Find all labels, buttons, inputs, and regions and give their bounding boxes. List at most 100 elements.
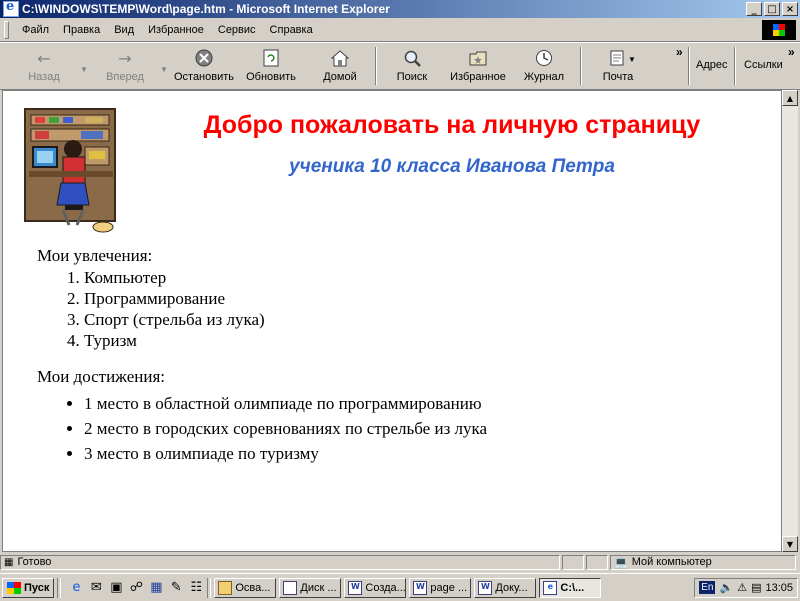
address-bar-label[interactable]: Адрес: [696, 59, 728, 71]
home-icon: [329, 48, 351, 68]
window-title: C:\WINDOWS\TEMP\Word\page.htm - Microsof…: [22, 2, 390, 16]
windows-logo-icon: [762, 20, 796, 40]
outlook-quicklaunch-icon[interactable]: ✉: [88, 580, 104, 596]
favorites-label: Избранное: [450, 71, 506, 83]
toolbar-separator: [688, 47, 690, 85]
word-quicklaunch-icon[interactable]: ▦: [148, 580, 164, 596]
stop-button[interactable]: Остановить: [172, 45, 236, 87]
menu-tools[interactable]: Сервис: [211, 24, 263, 36]
stop-label: Остановить: [173, 71, 235, 83]
toolbar-separator: [734, 47, 736, 85]
page-subheading: ученика 10 класса Иванова Петра: [289, 156, 615, 177]
mail-label: Почта: [602, 71, 634, 83]
ie-icon: e: [543, 580, 558, 595]
taskbar-item-create[interactable]: W Созда...: [344, 577, 407, 598]
word-doc-icon: W: [478, 580, 493, 595]
menu-help[interactable]: Справка: [263, 24, 320, 36]
desktop-quicklaunch-icon[interactable]: ▣: [108, 580, 124, 596]
toolbar-grip[interactable]: [4, 21, 9, 39]
forward-arrow-icon: →: [118, 48, 132, 68]
home-button[interactable]: Домой: [318, 45, 362, 87]
clock[interactable]: 13:05: [765, 582, 793, 594]
standard-toolbar: ← Назад ▼ → Вперед ▼ Остановить Обновить…: [0, 42, 800, 90]
menu-favorites[interactable]: Избранное: [141, 24, 211, 36]
mail-button[interactable]: Почта: [600, 45, 636, 87]
mail-dropdown-icon[interactable]: ▼: [628, 55, 636, 64]
history-icon: [533, 48, 555, 68]
language-indicator[interactable]: En: [699, 581, 716, 594]
search-button[interactable]: Поиск: [392, 45, 432, 87]
refresh-button[interactable]: Обновить: [244, 45, 298, 87]
calculator-quicklaunch-icon[interactable]: ☷: [188, 580, 204, 596]
refresh-icon: [260, 48, 282, 68]
start-label: Пуск: [24, 581, 50, 594]
taskbar: Пуск e ✉ ▣ ☍ ▦ ✎ ☷ Осва... Диск ... W Соз…: [0, 573, 800, 601]
page-viewport[interactable]: Добро пожаловать на личную страницу учен…: [2, 90, 782, 552]
title-bar[interactable]: C:\WINDOWS\TEMP\Word\page.htm - Microsof…: [0, 0, 800, 18]
windows-flag-icon: [7, 581, 21, 594]
menu-edit[interactable]: Правка: [56, 24, 107, 36]
ie-quicklaunch-icon[interactable]: e: [68, 580, 84, 596]
stop-icon: [193, 48, 215, 68]
status-panel: ▦ Готово: [0, 554, 560, 570]
network-icon[interactable]: ⚠: [737, 581, 747, 594]
list-item: Спорт (стрельба из лука): [84, 309, 487, 330]
back-arrow-icon: ←: [37, 48, 51, 68]
maximize-button[interactable]: □: [764, 2, 780, 16]
search-icon: [401, 48, 423, 68]
back-dropdown-icon[interactable]: ▼: [80, 65, 88, 74]
paint-quicklaunch-icon[interactable]: ✎: [168, 580, 184, 596]
status-text: Готово: [17, 556, 52, 568]
volume-icon[interactable]: 🔈: [719, 581, 733, 594]
word-doc-icon: W: [413, 580, 428, 595]
achievements-title: Мои достижения:: [37, 367, 165, 386]
toolbar-chevron-icon[interactable]: »: [676, 45, 683, 59]
list-item: 3 место в олимпиаде по туризму: [84, 441, 487, 466]
status-bar: ▦ Готово 💻 Мой компьютер: [0, 553, 800, 571]
taskbar-item-document[interactable]: W Доку...: [474, 577, 537, 598]
taskbar-item-ie-active[interactable]: e C:\...: [539, 577, 602, 598]
taskbar-item-disk[interactable]: Диск ...: [279, 577, 342, 598]
refresh-label: Обновить: [246, 71, 296, 83]
toolbar-separator: [580, 47, 582, 85]
forward-label: Вперед: [106, 71, 144, 83]
favorites-button[interactable]: Избранное: [446, 45, 510, 87]
back-label: Назад: [28, 71, 60, 83]
start-button[interactable]: Пуск: [2, 577, 55, 598]
forward-dropdown-icon[interactable]: ▼: [160, 65, 168, 74]
window-controls: _ □ ×: [744, 2, 798, 16]
system-tray: En 🔈 ⚠ ▤ 13:05: [694, 577, 798, 598]
menu-view[interactable]: Вид: [107, 24, 141, 36]
menu-bar: Файл Правка Вид Избранное Сервис Справка: [0, 19, 800, 42]
close-button[interactable]: ×: [782, 2, 798, 16]
taskbar-item-explore[interactable]: Осва...: [214, 577, 277, 598]
list-item: Программирование: [84, 288, 487, 309]
minimize-button[interactable]: _: [746, 2, 762, 16]
taskbar-item-page[interactable]: Wpage ...: [409, 577, 472, 598]
channels-quicklaunch-icon[interactable]: ☍: [128, 580, 144, 596]
hobbies-list: Компьютер Программирование Спорт (стрель…: [37, 267, 487, 351]
scheduler-icon[interactable]: ▤: [751, 581, 761, 594]
search-label: Поиск: [396, 71, 428, 83]
links-chevron-icon[interactable]: »: [788, 45, 795, 59]
vertical-scrollbar[interactable]: ▲ ▼: [782, 90, 798, 552]
page-body: Мои увлечения: Компьютер Программировани…: [37, 246, 487, 466]
taskbar-separator: [207, 577, 212, 598]
forward-button[interactable]: → Вперед: [100, 45, 150, 87]
menu-file[interactable]: Файл: [15, 24, 56, 36]
page-heading: Добро пожаловать на личную страницу: [203, 111, 701, 139]
list-item: Компьютер: [84, 267, 487, 288]
status-progress-panel: [562, 554, 584, 570]
list-item: 2 место в городских соревнованиях по стр…: [84, 416, 487, 441]
history-label: Журнал: [523, 71, 565, 83]
favorites-icon: [467, 48, 489, 68]
back-button[interactable]: ← Назад: [24, 45, 64, 87]
zone-panel: 💻 Мой компьютер: [610, 554, 796, 570]
scroll-up-icon[interactable]: ▲: [782, 90, 798, 106]
history-button[interactable]: Журнал: [522, 45, 566, 87]
folder-icon: [218, 580, 233, 595]
achievements-list: 1 место в областной олимпиаде по програм…: [37, 391, 487, 466]
scroll-down-icon[interactable]: ▼: [782, 536, 798, 552]
links-bar-label[interactable]: Ссылки: [744, 59, 783, 71]
taskbar-separator: [57, 577, 62, 598]
